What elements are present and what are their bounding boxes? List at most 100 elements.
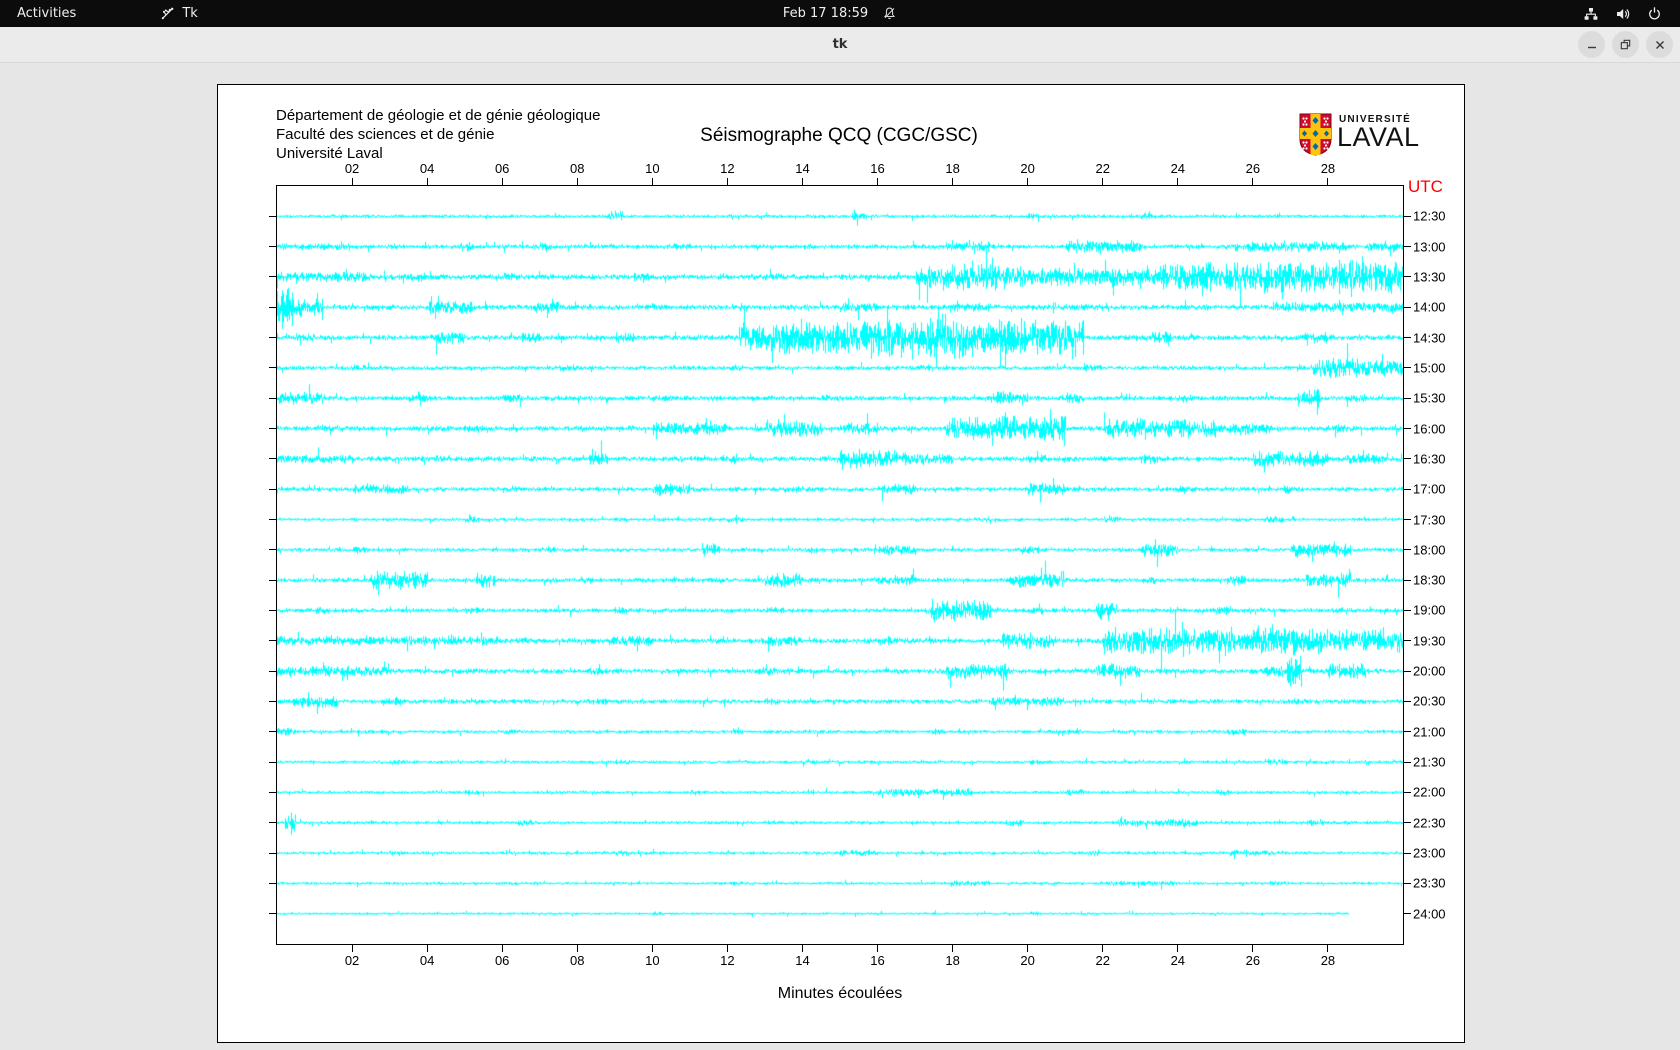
left-trace-tick (269, 762, 276, 763)
top-axis-label: 18 (945, 161, 959, 176)
left-trace-tick (269, 610, 276, 611)
activities-button[interactable]: Activities (0, 0, 90, 27)
right-trace-tick (1404, 640, 1411, 641)
right-trace-tick (1404, 883, 1411, 884)
bottom-axis-tick (1102, 945, 1103, 952)
top-axis-tick (1027, 178, 1028, 185)
left-trace-tick (269, 519, 276, 520)
top-axis-tick (1102, 178, 1103, 185)
maximize-button[interactable] (1612, 31, 1639, 58)
bottom-axis-label: 08 (570, 953, 584, 968)
utc-time-label: 16:00 (1413, 421, 1446, 436)
left-trace-tick (269, 367, 276, 368)
bottom-axis-tick (652, 945, 653, 952)
left-trace-tick (269, 731, 276, 732)
utc-time-label: 18:00 (1413, 542, 1446, 557)
power-icon (1647, 6, 1662, 21)
right-trace-tick (1404, 398, 1411, 399)
window-content: Département de géologie et de génie géol… (0, 63, 1680, 1050)
bottom-axis-label: 16 (870, 953, 884, 968)
utc-time-label: 17:00 (1413, 482, 1446, 497)
bottom-axis-label: 28 (1321, 953, 1335, 968)
top-axis-label: 26 (1246, 161, 1260, 176)
top-axis-label: 20 (1020, 161, 1034, 176)
right-trace-tick (1404, 428, 1411, 429)
plot-title: Séismographe QCQ (CGC/GSC) (276, 125, 1402, 147)
bottom-axis-label: 12 (720, 953, 734, 968)
top-axis-tick (727, 178, 728, 185)
utc-time-label: 19:30 (1413, 633, 1446, 648)
laval-shield-icon (1299, 113, 1332, 161)
right-trace-tick (1404, 519, 1411, 520)
top-axis-tick (352, 178, 353, 185)
minimize-button[interactable] (1578, 31, 1605, 58)
network-wired-icon (1583, 6, 1599, 22)
right-trace-tick (1404, 337, 1411, 338)
top-axis-label: 28 (1321, 161, 1335, 176)
top-axis-tick (427, 178, 428, 185)
top-axis-tick (952, 178, 953, 185)
top-axis-label: 10 (645, 161, 659, 176)
app-indicator-label: Tk (182, 6, 197, 21)
utc-time-label: 15:30 (1413, 391, 1446, 406)
header-line-1: Département de géologie et de génie géol… (276, 106, 600, 125)
right-trace-tick (1404, 458, 1411, 459)
top-axis-label: 08 (570, 161, 584, 176)
right-trace-tick (1404, 913, 1411, 914)
bottom-axis-tick (1252, 945, 1253, 952)
window-titlebar[interactable]: tk (0, 27, 1680, 63)
bottom-axis-label: 14 (795, 953, 809, 968)
desktop: Activities Tk Feb 17 18:5 (0, 0, 1680, 1050)
utc-time-label: 14:30 (1413, 330, 1446, 345)
utc-time-label: 22:30 (1413, 815, 1446, 830)
tk-feather-icon (160, 6, 175, 21)
left-trace-tick (269, 549, 276, 550)
top-axis-tick (1252, 178, 1253, 185)
bottom-axis-tick (802, 945, 803, 952)
right-trace-tick (1404, 671, 1411, 672)
top-axis-label: 12 (720, 161, 734, 176)
close-button[interactable] (1646, 31, 1673, 58)
top-axis-label: 22 (1095, 161, 1109, 176)
top-axis-label: 24 (1171, 161, 1185, 176)
app-indicator-tk[interactable]: Tk (150, 0, 207, 27)
left-trace-tick (269, 398, 276, 399)
clock-label: Feb 17 18:59 (783, 6, 868, 21)
left-trace-tick (269, 216, 276, 217)
top-axis-label: 04 (420, 161, 434, 176)
right-trace-tick (1404, 762, 1411, 763)
left-trace-tick (269, 792, 276, 793)
left-trace-tick (269, 640, 276, 641)
top-axis-tick (802, 178, 803, 185)
utc-time-label: 12:30 (1413, 209, 1446, 224)
universite-laval-logo: UNIVERSITÉ LAVAL (1299, 111, 1429, 157)
left-trace-tick (269, 883, 276, 884)
left-trace-tick (269, 307, 276, 308)
top-axis-tick (1327, 178, 1328, 185)
utc-time-label: 20:00 (1413, 664, 1446, 679)
utc-label: UTC (1408, 177, 1443, 197)
left-trace-tick (269, 671, 276, 672)
logo-laval-text: LAVAL (1337, 122, 1420, 153)
right-trace-tick (1404, 276, 1411, 277)
helicorder-traces-canvas (277, 186, 1403, 944)
left-trace-tick (269, 428, 276, 429)
top-axis-label: 02 (345, 161, 359, 176)
left-trace-tick (269, 913, 276, 914)
utc-time-label: 24:00 (1413, 906, 1446, 921)
right-trace-tick (1404, 701, 1411, 702)
utc-time-label: 23:30 (1413, 876, 1446, 891)
utc-time-label: 19:00 (1413, 603, 1446, 618)
right-trace-tick (1404, 367, 1411, 368)
right-trace-tick (1404, 580, 1411, 581)
left-trace-tick (269, 458, 276, 459)
bottom-axis-tick (1027, 945, 1028, 952)
utc-time-label: 23:00 (1413, 846, 1446, 861)
right-trace-tick (1404, 792, 1411, 793)
system-status-area[interactable] (1575, 0, 1670, 27)
right-trace-tick (1404, 822, 1411, 823)
clock-menu[interactable]: Feb 17 18:59 (0, 0, 1680, 27)
bottom-axis-label: 20 (1020, 953, 1034, 968)
bottom-axis-label: 24 (1171, 953, 1185, 968)
bottom-axis-tick (577, 945, 578, 952)
